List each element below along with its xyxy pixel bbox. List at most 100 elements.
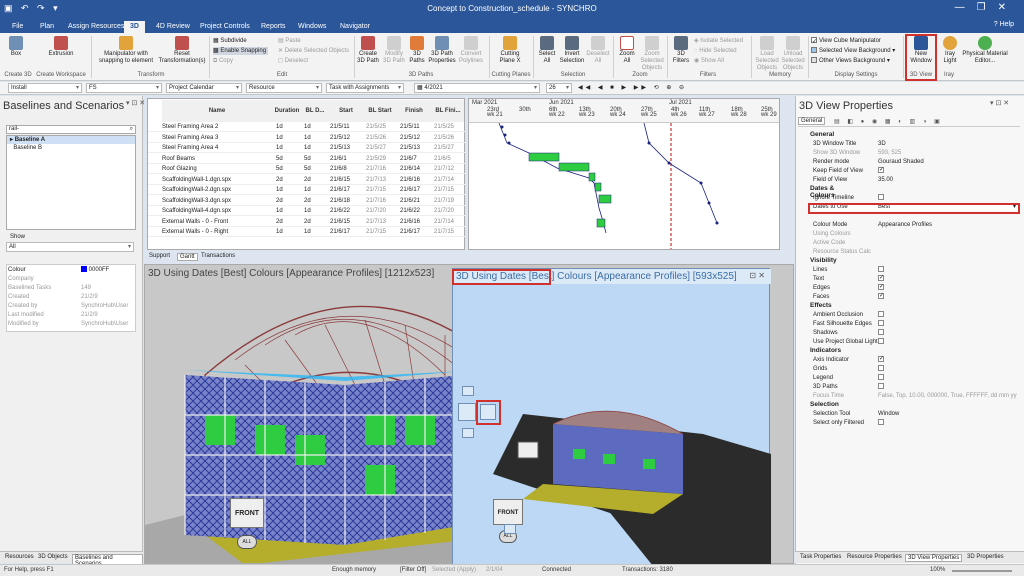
- property-row[interactable]: Focus Time False, Top, 10.00, 000000, Tru…: [813, 392, 1018, 400]
- table-row[interactable]: Steel Framing Area 4 1d 1d 21/5/13 21/5/27 21…: [148, 143, 466, 153]
- reset-transformation-button[interactable]: Reset Transformation(s): [158, 36, 206, 65]
- float-window-controls[interactable]: ⊡ ✕: [749, 271, 765, 280]
- table-row[interactable]: External Walls - 0 - Right 1d 1d 21/6/17 21/…: [148, 227, 466, 237]
- minimize-button[interactable]: —: [955, 2, 977, 13]
- help-button[interactable]: ? Help: [994, 21, 1014, 28]
- tab-assign-resources[interactable]: Assign Resources: [62, 21, 130, 33]
- property-row[interactable]: Grids: [813, 365, 1018, 373]
- properties-toolbar-icons[interactable]: ▤ ◧ ● ◉ ▦ ◐ ▥ ◑ ▣: [834, 118, 943, 126]
- cutting-plane-button[interactable]: Cutting Plane X: [493, 36, 527, 65]
- table-row[interactable]: Roof Beams 5d 5d 21/6/1 21/5/29 21/6/7 21/6/5: [148, 154, 466, 164]
- property-row[interactable]: Field of View 35.00: [813, 176, 1018, 184]
- table-row[interactable]: External Walls - 0 - Front 2d 2d 21/6/15 21/…: [148, 217, 466, 227]
- property-row[interactable]: Legend: [813, 374, 1018, 382]
- tab-3d-view-properties[interactable]: 3D View Properties: [905, 554, 963, 562]
- tab-resource-properties[interactable]: Resource Properties: [845, 554, 904, 560]
- property-row[interactable]: Select only Filtered: [813, 419, 1018, 427]
- tab-transactions[interactable]: Transactions: [199, 253, 237, 259]
- tab-3d-properties[interactable]: 3D Properties: [965, 554, 1006, 560]
- property-row[interactable]: Colour Mode Appearance Profiles: [813, 221, 1018, 229]
- list-item[interactable]: Baseline B: [7, 144, 135, 152]
- tab-general[interactable]: General: [798, 117, 826, 125]
- property-row[interactable]: Show 3D Window 593, 525: [813, 149, 1018, 157]
- col-bl-finish[interactable]: BL Fini...: [432, 100, 464, 122]
- tab-support[interactable]: Support: [147, 253, 172, 259]
- col-finish[interactable]: Finish: [396, 100, 432, 122]
- col-bl-start[interactable]: BL Start: [364, 100, 396, 122]
- invert-selection-button[interactable]: Invert Selection: [558, 36, 586, 65]
- tab-resources[interactable]: Resources: [3, 554, 36, 560]
- view-cube-all-button[interactable]: ALL: [237, 535, 257, 549]
- property-row[interactable]: Resource Status Calc: [813, 248, 1018, 256]
- prop-colour[interactable]: Colour 0000FF: [6, 266, 136, 274]
- subdivide-button[interactable]: ▦ Subdivide: [213, 37, 247, 45]
- section-header[interactable]: General: [810, 131, 834, 138]
- dock-far-bottom-icon[interactable]: [504, 524, 516, 534]
- property-row[interactable]: Using Colours: [813, 230, 1018, 238]
- zoom-level-combo[interactable]: 26: [546, 83, 572, 93]
- gantt-chart[interactable]: Mar 2021 Jun 2021 Jul 2021 23rd 30th 6th…: [468, 98, 780, 250]
- hide-selected-button[interactable]: ◌ Hide Selected: [694, 47, 737, 55]
- property-row[interactable]: Shadows: [813, 329, 1018, 337]
- fs-combo[interactable]: FS: [86, 83, 162, 93]
- deselect-button[interactable]: ◻ Deselect: [278, 57, 308, 65]
- isolate-selected-button[interactable]: ◈ Isolate Selected: [694, 37, 743, 45]
- property-row[interactable]: 3D Window Title 3D: [813, 140, 1018, 148]
- calendar-combo[interactable]: Project Calendar: [166, 83, 242, 93]
- zoom-all-button[interactable]: Zoom All: [616, 36, 638, 65]
- task-assignments-combo[interactable]: Task with Assignments: [326, 83, 404, 93]
- unload-selected-button[interactable]: Unload Selected Objects: [780, 36, 806, 72]
- status-filter[interactable]: [Filter Off]: [400, 567, 426, 573]
- copy-button[interactable]: ⧉ Copy: [213, 57, 233, 65]
- panel-pin-icon[interactable]: ▾ ⊡ ✕: [126, 100, 145, 108]
- property-row[interactable]: Faces ✓: [813, 293, 1018, 301]
- panel-pin-icon[interactable]: ▾ ⊡ ✕: [990, 100, 1009, 108]
- close-button[interactable]: ✕: [998, 2, 1018, 13]
- property-row[interactable]: Ambient Occlusion: [813, 311, 1018, 319]
- zoom-selected-button[interactable]: Zoom Selected Objects: [638, 36, 666, 72]
- dock-bottom-icon[interactable]: [462, 428, 474, 438]
- property-row[interactable]: Lines: [813, 266, 1018, 274]
- baseline-search-input[interactable]: rail- ⌕: [6, 125, 136, 134]
- dock-top-icon[interactable]: [462, 386, 474, 396]
- section-header[interactable]: Selection: [810, 401, 839, 408]
- tab-3d[interactable]: 3D: [124, 21, 145, 33]
- tab-task-properties[interactable]: Task Properties: [798, 554, 843, 560]
- window-controls[interactable]: —❐✕: [955, 2, 1018, 13]
- other-views-background-button[interactable]: Other Views Background ▾: [811, 57, 890, 65]
- delete-selected-button[interactable]: ✕ Delete Selected Objects: [278, 47, 349, 55]
- property-row[interactable]: Ignore Timeline: [813, 194, 1018, 202]
- show-combo[interactable]: All: [6, 242, 134, 252]
- tab-plan[interactable]: Plan: [34, 21, 60, 33]
- create-3d-path-button[interactable]: Create 3D Path: [356, 36, 380, 65]
- date-combo[interactable]: ▦ 4/2021: [414, 83, 540, 93]
- tab-4d-review[interactable]: 4D Review: [150, 21, 196, 33]
- dock-center-icon[interactable]: [458, 403, 476, 421]
- tab-navigator[interactable]: Navigator: [334, 21, 376, 33]
- maximize-button[interactable]: ❐: [977, 2, 998, 13]
- table-row[interactable]: Roof Glazing 5d 5d 21/6/8 21/7/16 21/6/14 21/7…: [148, 164, 466, 174]
- 3d-paths-button[interactable]: 3D Paths: [407, 36, 427, 65]
- table-row[interactable]: Steel Framing Area 2 1d 1d 21/5/11 21/5/25 21…: [148, 122, 466, 132]
- section-header[interactable]: Visibility: [810, 257, 837, 264]
- col-bl-duration[interactable]: BL D...: [302, 100, 328, 122]
- table-row[interactable]: ScaffoldingWall-3.dgn.spx 2d 2d 21/6/18 21/7…: [148, 196, 466, 206]
- section-header[interactable]: Effects: [810, 302, 832, 309]
- property-row[interactable]: Active Code: [813, 239, 1018, 247]
- col-start[interactable]: Start: [328, 100, 364, 122]
- install-combo[interactable]: Install: [8, 83, 82, 93]
- table-row[interactable]: ScaffoldingWall-4.dgn.spx 1d 1d 21/6/22 21/7…: [148, 206, 466, 216]
- convert-polylines-button[interactable]: Convert Polylines: [457, 36, 485, 65]
- manipulator-button[interactable]: Manipulator with snapping to element: [96, 36, 156, 65]
- property-row[interactable]: Text ✓: [813, 275, 1018, 283]
- view-cube[interactable]: FRONT: [493, 499, 523, 525]
- tab-file[interactable]: File: [6, 21, 29, 33]
- select-all-button[interactable]: Select All: [536, 36, 558, 65]
- col-name[interactable]: Name: [162, 100, 272, 122]
- property-row[interactable]: Selection Tool Window: [813, 410, 1018, 418]
- property-row[interactable]: Use Project Global Light: [813, 338, 1018, 346]
- modify-3d-path-button[interactable]: Modify 3D Path: [381, 36, 407, 65]
- enable-snapping-button[interactable]: ▩ Enable Snapping: [213, 47, 269, 55]
- tab-reports[interactable]: Reports: [255, 21, 292, 33]
- property-row[interactable]: Edges ✓: [813, 284, 1018, 292]
